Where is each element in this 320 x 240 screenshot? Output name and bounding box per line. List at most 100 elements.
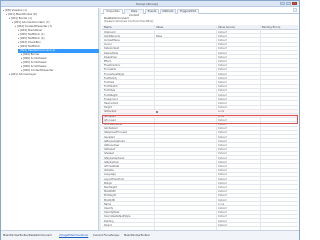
minimize-button[interactable] <box>280 2 285 5</box>
app-window: Snoop (Snoop) ▸[DB] Viewbox (1) ▸[001] Ma… <box>0 0 300 240</box>
tree-item-label: [001] MainWindow (8) <box>8 13 37 16</box>
tree-item-label: [001] Border (1) <box>11 17 32 20</box>
value-source: Default <box>218 185 227 189</box>
value-source: Default <box>218 93 227 97</box>
property-name: IsLoaded <box>104 135 115 139</box>
value-source: Default <box>218 173 227 177</box>
property-name: MinHeight <box>104 194 117 198</box>
value-source: Default <box>218 55 227 59</box>
property-name: Foreground <box>104 97 118 101</box>
property-value[interactable]: False <box>156 35 202 38</box>
property-name: IsVisible <box>104 169 114 173</box>
tab-properties[interactable]: Properties <box>103 9 123 14</box>
property-name: Parent <box>104 223 112 227</box>
property-row[interactable]: Parent Default <box>102 223 298 228</box>
tree-item-label: [006] ScrollViewer <box>23 57 47 60</box>
property-name: IsStylusCaptured <box>104 156 125 160</box>
property-name: FontFamily <box>104 76 117 80</box>
property-name: FontWeight <box>104 93 118 97</box>
value-source: Default <box>218 97 227 101</box>
property-name: Effect <box>104 59 111 63</box>
maximize-button[interactable] <box>286 2 291 5</box>
status-bar: MainWindowToolbarDeleteOnConnect (ImageF… <box>1 230 299 240</box>
tree-item-label: [004] TextBlock <box>20 45 41 48</box>
tree-item-label: [006] ContentPresenter <box>23 69 54 72</box>
tree-item-label: [004] ContentPresenter (7) <box>17 25 53 28</box>
property-name: IsStylusOver <box>104 160 119 164</box>
tree-item-label: [DB] Viewbox (1) <box>5 9 27 12</box>
property-name: IsMouseCaptured <box>104 139 125 143</box>
col-binding-errors[interactable]: Binding Errors <box>262 26 280 29</box>
value-source: Default <box>218 177 227 181</box>
property-name: Clipboard <box>104 30 116 34</box>
property-name: Dispatcher <box>104 55 117 59</box>
tree-item-label: [001] AdornerDecorator (7) <box>14 21 50 24</box>
value-source: Default <box>218 219 227 223</box>
value-source: Local <box>218 110 225 114</box>
properties-grid: Name Value Value Source Binding Errors C… <box>102 25 298 230</box>
property-name: DesiredSize <box>104 51 119 55</box>
tab-events[interactable]: Events <box>145 9 159 14</box>
value-source: Default <box>218 135 227 139</box>
property-name: MinWidth <box>104 198 116 202</box>
status-focus-scope: MainWindowToolbar <box>124 234 150 237</box>
property-name: FontStyle <box>104 89 116 93</box>
property-name: IsSealed <box>104 152 115 156</box>
property-name: OverridesDefaultStyle <box>104 215 131 219</box>
value-source: Default <box>218 89 227 93</box>
property-name: Padding <box>104 219 114 223</box>
property-name: Cursor <box>104 43 112 47</box>
scroll-up-button[interactable] <box>293 8 297 12</box>
property-value[interactable] <box>156 110 202 114</box>
value-source: Local <box>218 202 225 206</box>
value-source: Default <box>218 181 227 185</box>
tree-item-label: [005] TextBlock (1) <box>20 33 45 36</box>
tree-item-label: [001] AdornerLayer <box>11 73 37 76</box>
value-source: Default <box>218 152 227 156</box>
value-source: Default <box>218 143 227 147</box>
property-name: ContextMenu <box>104 38 120 42</box>
property-name: IsKeyboardFocused <box>104 131 128 135</box>
property-name: FontSize <box>104 80 115 84</box>
property-name: MaxWidth <box>104 190 116 194</box>
value-source: Default <box>218 194 227 198</box>
tree-item-label: [004] Border <box>23 53 40 56</box>
status-link[interactable]: (ImageFilterCheckbox) <box>59 234 88 237</box>
window-title: Snoop (Snoop) <box>136 2 159 6</box>
close-button[interactable] <box>292 2 297 5</box>
property-name: LayoutTransform <box>104 177 125 181</box>
tree-item-label: [005] TextBlock (4) <box>20 37 45 40</box>
value-source: Default <box>218 72 227 76</box>
value-source: Default <box>218 76 227 80</box>
property-name: FontStretch <box>104 85 118 89</box>
checkbox[interactable] <box>156 110 159 114</box>
window-controls <box>280 2 297 5</box>
tab-data-context[interactable]: Data Context <box>124 9 144 17</box>
value-source: Default <box>218 223 227 227</box>
value-source: Default <box>218 51 227 55</box>
tree-item[interactable]: ▸[001] AdornerLayer <box>9 73 99 77</box>
col-value[interactable]: Value <box>156 26 163 29</box>
visual-tree-panel: ▸[DB] Viewbox (1) ▸[001] MainWindow (8) ▸[… <box>1 8 99 230</box>
value-source: Default <box>218 80 227 84</box>
property-name: IsMouseOver <box>104 143 120 147</box>
tree-item-label: [006] ScrollViewer <box>23 65 47 68</box>
tab-triggers[interactable]: Triggers/Exit <box>177 9 199 14</box>
col-name[interactable]: Name <box>104 26 112 29</box>
value-source: Default <box>218 190 227 194</box>
tree-item-label: [005] ScrollViewer <box>23 61 47 64</box>
value-source: Default <box>218 169 227 173</box>
col-value-source[interactable]: Value Source <box>218 26 235 29</box>
property-name: Margin <box>104 181 113 185</box>
value-source: Default <box>218 156 227 160</box>
property-name: Height <box>104 106 112 110</box>
property-name: Language <box>104 173 116 177</box>
property-name: OpacityMask <box>104 211 120 215</box>
value-source: Default <box>218 211 227 215</box>
value-source: Default <box>218 34 227 38</box>
status-focus-label: Current FocusScope: <box>93 234 120 237</box>
element-type: [System.Windows.Controls.CheckBox] <box>104 20 154 23</box>
property-name: IsThreeState <box>104 164 120 168</box>
property-name: DataContext <box>104 47 120 51</box>
tab-methods[interactable]: Methods <box>160 9 176 14</box>
